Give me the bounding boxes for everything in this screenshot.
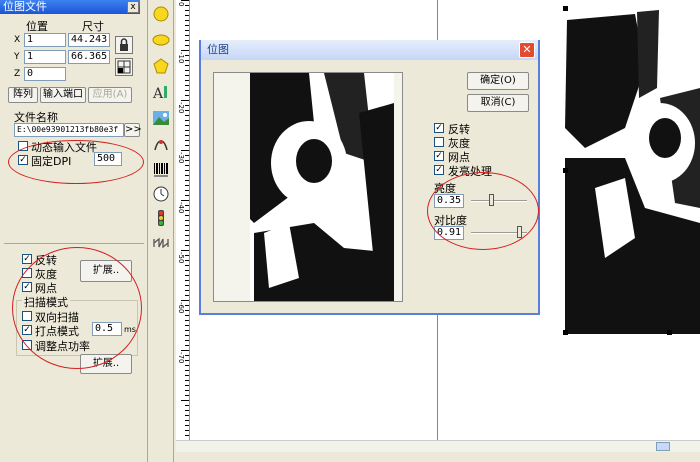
dialog-invert-checkbox[interactable]: ✓ [434, 123, 444, 133]
timer-icon [153, 186, 169, 202]
vertical-ruler: 0 -10 -20 -30 -40 -50 -60 -70 [176, 0, 190, 440]
panel-invert-checkbox[interactable]: ✓ [22, 254, 32, 264]
bitmap-icon [153, 111, 169, 125]
selection-handle[interactable] [563, 330, 568, 335]
x-label: X [14, 35, 21, 45]
dialog-dither-checkbox[interactable]: ✓ [434, 151, 444, 161]
input-port-button[interactable]: 输入端口 [40, 87, 86, 103]
highlight-ring-options [12, 247, 142, 369]
ruler-label: -50 [177, 252, 185, 264]
selection-handle[interactable] [563, 168, 568, 173]
barcode-icon [154, 163, 168, 177]
ruler-tick [181, 350, 189, 351]
ruler-tick [181, 200, 189, 201]
z-position-field[interactable]: 0 [24, 67, 66, 81]
z-label: Z [14, 69, 21, 79]
bitmap-properties-panel: 位图文件 x 位置 尺寸 X 1 44.243 Y 1 66.365 Z 0 阵… [0, 0, 148, 462]
highlight-ring-sliders [427, 172, 539, 250]
horizontal-scrollbar[interactable] [176, 440, 700, 452]
text-icon: A [152, 86, 167, 101]
size-header: 尺寸 [82, 20, 104, 33]
divider [4, 243, 144, 244]
ruler-tick [181, 400, 189, 401]
io-light-icon [158, 210, 164, 226]
status-bar [176, 452, 700, 462]
selection-handle[interactable] [667, 330, 672, 335]
ellipse-tool[interactable] [151, 30, 171, 50]
ellipse-icon [152, 34, 170, 46]
lock-icon [120, 38, 128, 51]
ruler-tick [181, 50, 189, 51]
y-position-field[interactable]: 1 [24, 50, 66, 64]
polygon-tool[interactable] [151, 56, 171, 76]
barcode-tool[interactable] [151, 160, 171, 180]
ruler-tick [181, 250, 189, 251]
position-header: 位置 [26, 20, 48, 33]
preview-image [214, 73, 402, 301]
dialog-grayscale-checkbox[interactable] [434, 137, 444, 147]
ruler-tick [181, 100, 189, 101]
circle-icon [153, 6, 169, 22]
ruler-label: -60 [177, 302, 185, 314]
vector-file-icon [154, 140, 168, 151]
dialog-enhance-checkbox[interactable]: ✓ [434, 165, 444, 175]
output-icon [153, 237, 169, 249]
cancel-button[interactable]: 取消(C) [467, 94, 529, 112]
panel-close-button[interactable]: x [127, 1, 139, 13]
anchor-point-button[interactable] [115, 58, 133, 76]
ruler-tick [181, 300, 189, 301]
polygon-icon [153, 58, 169, 74]
ruler-label: -30 [177, 152, 185, 164]
dialog-close-button[interactable]: ✕ [519, 42, 535, 58]
apply-button[interactable]: 应用(A) [88, 87, 132, 103]
array-button[interactable]: 阵列 [8, 87, 38, 103]
x-position-field[interactable]: 1 [24, 33, 66, 47]
ruler-label: -10 [177, 52, 185, 64]
browse-button[interactable]: >> [124, 123, 142, 137]
width-field[interactable]: 44.243 [68, 33, 110, 47]
panel-title: 位图文件 [0, 0, 140, 14]
ruler-tick [181, 0, 189, 1]
ruler-label: -20 [177, 102, 185, 114]
text-tool[interactable]: A [151, 82, 171, 102]
io-signal-tool[interactable] [151, 208, 171, 228]
drawing-toolbar: A [148, 0, 174, 462]
bitmap-tool[interactable] [151, 108, 171, 128]
vector-file-tool[interactable] [151, 134, 171, 154]
height-field[interactable]: 66.365 [68, 50, 110, 64]
bitmap-image [565, 8, 700, 334]
anchor-grid-icon [117, 60, 131, 74]
highlight-ring-dpi [8, 140, 144, 184]
circle-tool[interactable] [151, 4, 171, 24]
svg-text:A: A [152, 86, 164, 101]
canvas-bitmap-object[interactable] [565, 8, 700, 334]
ruler-label: -70 [177, 352, 185, 364]
ok-button[interactable]: 确定(O) [467, 72, 529, 90]
lock-aspect-button[interactable] [115, 36, 133, 54]
bitmap-preview [213, 72, 403, 302]
bitmap-dialog: 位图 ✕ 确定(O) 取消(C) ✓ 反转 灰度 ✓ 网点 ✓ 发亮处理 亮度 … [199, 40, 540, 315]
file-path-field[interactable]: E:\00e93901213fb80e3f [14, 123, 124, 137]
output-tool[interactable] [151, 233, 171, 253]
ruler-label: -40 [177, 202, 185, 214]
ruler-tick [181, 150, 189, 151]
selection-handle[interactable] [563, 6, 568, 11]
dialog-title: 位图 [201, 40, 538, 60]
scrollbar-thumb[interactable] [656, 442, 670, 451]
ruler-label: 0 [177, 2, 185, 7]
timer-tool[interactable] [151, 184, 171, 204]
y-label: Y [14, 52, 20, 62]
